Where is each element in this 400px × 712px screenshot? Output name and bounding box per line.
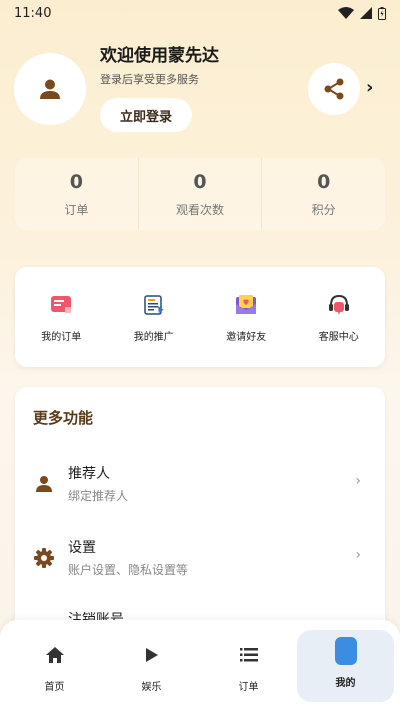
welcome-title: 欢迎使用蒙先达 — [100, 46, 219, 66]
stat-label: 积分 — [311, 202, 336, 217]
more-features-title: 更多功能 — [33, 409, 94, 427]
quick-label: 我的推广 — [133, 331, 174, 343]
nav-label: 首页 — [44, 682, 65, 693]
stat-label: 观看次数 — [176, 202, 225, 217]
invite-icon — [233, 292, 259, 318]
battery-icon — [378, 6, 386, 20]
chevron-right-icon: › — [355, 473, 361, 489]
stat-label: 订单 — [64, 202, 89, 217]
login-button[interactable]: 立即登录 — [100, 98, 192, 132]
profile-icon — [334, 637, 357, 665]
quick-item-orders[interactable]: 我的订单 — [15, 292, 108, 343]
person-icon — [33, 473, 55, 495]
status-bar: 11:40 — [0, 0, 400, 26]
list-item-referrer[interactable]: 推荐人 绑定推荐人 › — [15, 459, 385, 515]
avatar[interactable] — [14, 53, 86, 125]
quick-label: 邀请好友 — [226, 331, 267, 343]
row-subtitle: 账户设置、隐私设置等 — [68, 563, 189, 577]
chevron-right-icon: › — [355, 547, 361, 563]
promotion-icon — [141, 292, 167, 318]
row-title: 推荐人 — [68, 466, 110, 482]
support-icon — [326, 292, 352, 318]
profile-header: 欢迎使用蒙先达 登录后享受更多服务 立即登录 › — [14, 46, 386, 133]
chevron-right-icon[interactable]: › — [366, 77, 373, 98]
bottom-nav: 首页 娱乐 订单 我的 — [0, 620, 400, 712]
nav-label: 我的 — [335, 678, 356, 689]
nav-entertainment[interactable]: 娱乐 — [103, 630, 200, 702]
gear-icon — [33, 547, 55, 569]
home-icon — [44, 644, 66, 666]
wifi-icon — [338, 7, 354, 19]
status-icons — [338, 6, 386, 20]
stat-views[interactable]: 0 观看次数 — [137, 158, 262, 230]
nav-orders[interactable]: 订单 — [200, 630, 297, 702]
quick-item-support[interactable]: 客服中心 — [293, 292, 386, 343]
welcome-subtitle: 登录后享受更多服务 — [100, 73, 199, 86]
share-button[interactable] — [308, 63, 360, 115]
more-features-card: 更多功能 推荐人 绑定推荐人 › 设置 账户设置、隐私设置等 › 注销账号 — [15, 387, 385, 647]
list-icon — [238, 644, 260, 666]
list-item-settings[interactable]: 设置 账户设置、隐私设置等 › — [15, 533, 385, 589]
status-time: 11:40 — [14, 5, 52, 21]
quick-actions-card: 我的订单 我的推广 邀请好友 客服中心 — [15, 267, 385, 367]
signal-icon — [360, 7, 372, 19]
nav-home[interactable]: 首页 — [6, 630, 103, 702]
stat-value: 0 — [317, 170, 331, 193]
quick-item-invite[interactable]: 邀请好友 — [200, 292, 293, 343]
quick-label: 客服中心 — [318, 331, 359, 343]
nav-label: 娱乐 — [141, 682, 162, 693]
stats-bar: 0 订单 0 观看次数 0 积分 — [15, 158, 385, 230]
nav-label: 订单 — [238, 682, 259, 693]
nav-profile[interactable]: 我的 — [297, 630, 394, 702]
play-icon — [141, 644, 163, 666]
stat-points[interactable]: 0 积分 — [261, 158, 385, 230]
share-icon — [324, 78, 344, 100]
order-icon — [48, 292, 74, 318]
stat-value: 0 — [69, 170, 83, 193]
quick-item-promotion[interactable]: 我的推广 — [108, 292, 201, 343]
row-title: 设置 — [68, 540, 96, 556]
row-subtitle: 绑定推荐人 — [68, 489, 129, 503]
quick-label: 我的订单 — [41, 331, 82, 343]
stat-value: 0 — [193, 170, 207, 193]
stat-orders[interactable]: 0 订单 — [15, 158, 138, 230]
user-icon — [40, 79, 60, 99]
